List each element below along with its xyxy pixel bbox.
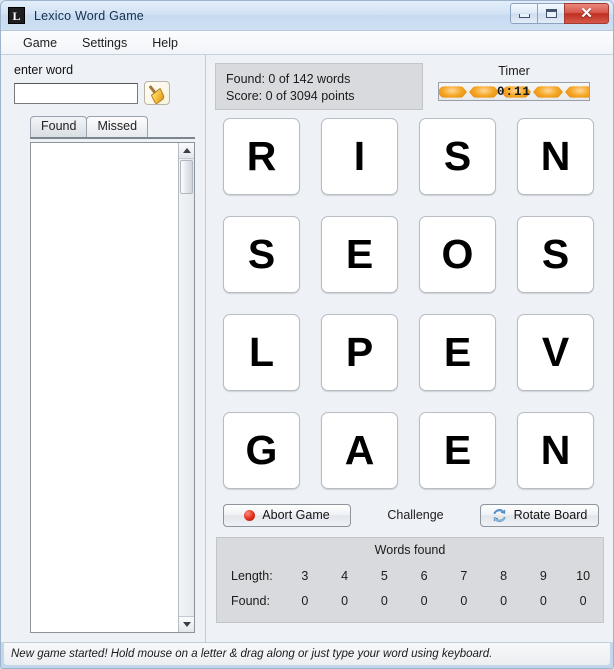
chevron-down-icon [182,622,191,627]
scroll-down-button[interactable] [179,616,194,632]
timer-progress-bar: 0:11 [438,82,590,101]
words-found-title: Words found [374,543,446,557]
found-header: Found: [231,593,270,608]
length-header: Length: [231,568,273,583]
found-cell: 0 [380,593,388,608]
words-found-count-row: Found: 0 0 0 0 0 0 0 0 [217,588,603,613]
menu-item-help[interactable]: Help [143,33,187,53]
letter-tile[interactable]: I [321,118,398,195]
word-entry-row [14,81,197,106]
scrollbar-thumb[interactable] [180,160,193,194]
status-message: New game started! Hold mouse on a letter… [11,648,493,660]
length-cell: 6 [420,568,428,583]
application-window: L Lexico Word Game ✕ Game Settings Help … [0,0,614,669]
maximize-button[interactable] [537,3,565,24]
letter-tile[interactable]: N [517,412,594,489]
letter-tile[interactable]: S [223,216,300,293]
length-cell: 7 [460,568,468,583]
left-panel: enter word Found Missed [1,55,206,642]
lexico-icon: L [8,7,25,24]
scroll-up-button[interactable] [179,143,194,159]
word-list-tabs: Found Missed [14,116,197,137]
red-circle-icon [244,509,256,521]
found-cell: 0 [500,593,508,608]
found-cell: 0 [301,593,309,608]
rotate-refresh-icon [492,508,507,523]
title-bar: L Lexico Word Game ✕ [1,1,613,30]
minimize-button[interactable] [510,3,538,24]
main-content: enter word Found Missed Found: 0 of 142 … [1,55,613,642]
found-cell: 0 [341,593,349,608]
minimize-icon [518,14,530,18]
maximize-icon [545,9,557,18]
tab-missed[interactable]: Missed [86,116,149,137]
letter-tile[interactable]: S [517,216,594,293]
letter-tile[interactable]: S [419,118,496,195]
letter-tile[interactable]: L [223,314,300,391]
tab-underline [30,137,195,139]
rotate-board-label: Rotate Board [513,508,588,522]
letter-tile[interactable]: A [321,412,398,489]
rotate-board-button[interactable]: Rotate Board [480,503,599,527]
found-count-label: Found: 0 of 142 words [226,72,351,86]
abort-game-label: Abort Game [262,508,330,522]
broom-icon[interactable] [144,81,170,106]
chevron-up-icon [182,148,191,153]
action-button-row: Abort Game Challenge Rotate Board [215,496,605,534]
letter-tile[interactable]: R [223,118,300,195]
length-cell: 5 [380,568,388,583]
word-input[interactable] [14,82,138,104]
length-cell: 3 [301,568,309,583]
found-cell: 0 [460,593,468,608]
status-bar: New game started! Hold mouse on a letter… [4,642,610,665]
menu-item-game[interactable]: Game [14,33,66,53]
found-cell: 0 [420,593,428,608]
timer-value: 0:11 [496,84,531,99]
letter-tile[interactable]: E [321,216,398,293]
close-icon: ✕ [580,5,593,22]
letter-tile[interactable]: E [419,314,496,391]
right-panel: Found: 0 of 142 words Score: 0 of 3094 p… [206,55,613,642]
close-button[interactable]: ✕ [564,3,609,24]
window-title: Lexico Word Game [34,8,144,23]
words-found-length-row: Length: 3 4 5 6 7 8 9 10 [217,563,603,588]
score-label: Score: 0 of 3094 points [226,89,355,103]
letter-tile[interactable]: N [517,118,594,195]
enter-word-label: enter word [14,63,74,77]
letter-board: R I S N S E O S L P E V G A E N [215,118,605,489]
length-cell: 9 [539,568,547,583]
scrollbar-track[interactable] [179,159,194,616]
found-cell: 0 [539,593,547,608]
status-and-timer-row: Found: 0 of 142 words Score: 0 of 3094 p… [215,63,605,110]
score-panel: Found: 0 of 142 words Score: 0 of 3094 p… [215,63,423,110]
word-list-container [30,142,195,633]
letter-tile[interactable]: O [419,216,496,293]
menu-item-settings[interactable]: Settings [73,33,136,53]
letter-tile[interactable]: G [223,412,300,489]
length-cell: 8 [500,568,508,583]
tab-found[interactable]: Found [30,116,88,137]
menu-bar: Game Settings Help [1,30,613,55]
abort-game-button[interactable]: Abort Game [223,503,351,527]
found-words-list[interactable] [31,143,178,632]
challenge-label[interactable]: Challenge [351,508,480,522]
length-cell: 4 [341,568,349,583]
timer-panel: Timer 0:11 [423,63,605,101]
word-list-scrollbar[interactable] [178,143,194,632]
found-cell: 0 [579,593,587,608]
words-found-panel: Words found Length: 3 4 5 6 7 8 9 10 Fou… [216,537,604,623]
timer-label: Timer [498,64,530,78]
letter-tile[interactable]: V [517,314,594,391]
length-cell: 10 [576,568,591,583]
letter-tile[interactable]: P [321,314,398,391]
window-controls: ✕ [510,3,609,24]
letter-tile[interactable]: E [419,412,496,489]
